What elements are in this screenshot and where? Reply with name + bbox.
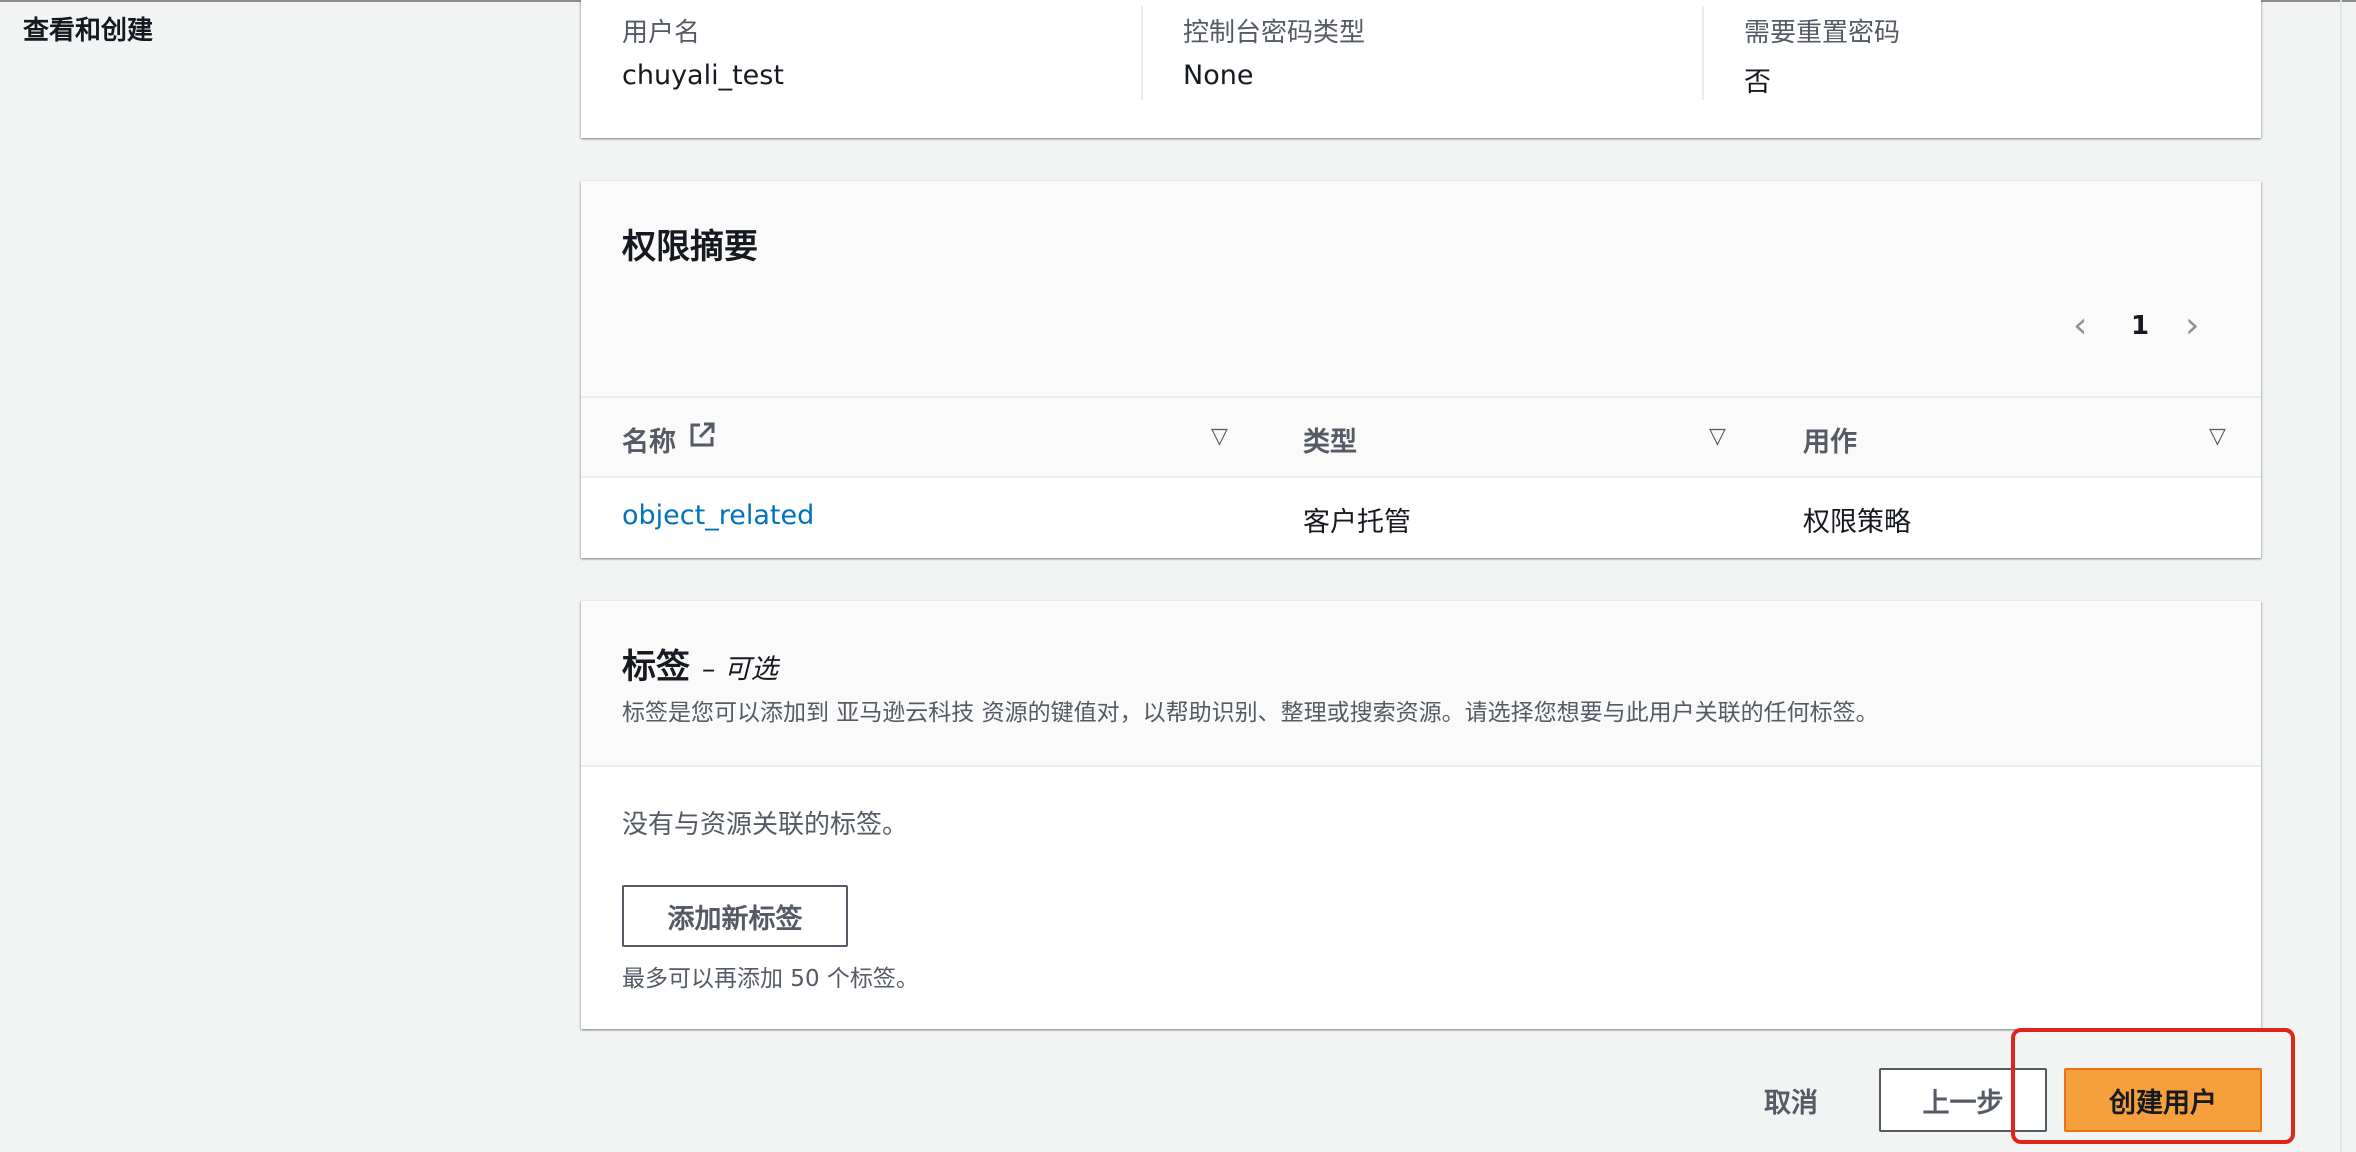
reset-password-field: 需要重置密码 否 bbox=[1744, 0, 2224, 100]
console-password-type-label: 控制台密码类型 bbox=[1183, 18, 1366, 48]
tags-optional-label: – 可选 bbox=[701, 654, 778, 685]
sort-icon[interactable]: ▽ bbox=[1709, 426, 1726, 448]
reset-password-value: 否 bbox=[1744, 67, 1771, 98]
column-header-used-as-label: 用作 bbox=[1803, 427, 1857, 458]
policy-name-link[interactable]: object_related bbox=[622, 500, 814, 531]
tags-limit-hint: 最多可以再添加 50 个标签。 bbox=[622, 966, 919, 992]
column-header-name[interactable]: 名称 ▽ bbox=[581, 398, 1261, 478]
column-header-name-label: 名称 bbox=[622, 427, 676, 458]
column-header-type-label: 类型 bbox=[1303, 427, 1357, 458]
user-details-card: 用户名 chuyali_test 控制台密码类型 None 需要重置密码 否 bbox=[581, 0, 2261, 138]
column-header-used-as[interactable]: 用作 ▽ bbox=[1763, 398, 2261, 478]
right-scroll-edge bbox=[2340, 0, 2342, 1152]
table-header: 名称 ▽ 类型 ▽ 用作 ▽ bbox=[581, 396, 2261, 478]
column-divider bbox=[1141, 6, 1143, 100]
permissions-summary-card: 权限摘要 ‹ 1 › 名称 ▽ 类型 ▽ 用作 ▽ object_related… bbox=[581, 181, 2261, 558]
console-password-type-value: None bbox=[1183, 60, 1254, 91]
tags-card: 标签 – 可选 标签是您可以添加到 亚马逊云科技 资源的键值对，以帮助识别、整理… bbox=[581, 601, 2261, 1029]
tags-title: 标签 – 可选 bbox=[622, 639, 778, 688]
table-row: object_related 客户托管 权限策略 bbox=[581, 478, 2261, 558]
page-number[interactable]: 1 bbox=[2131, 301, 2149, 351]
chevron-left-icon[interactable]: ‹ bbox=[2073, 301, 2087, 351]
column-header-type[interactable]: 类型 ▽ bbox=[1263, 398, 1761, 478]
username-label: 用户名 bbox=[622, 18, 701, 48]
column-divider bbox=[1702, 6, 1704, 100]
add-new-tag-button[interactable]: 添加新标签 bbox=[622, 885, 848, 947]
chevron-right-icon[interactable]: › bbox=[2185, 301, 2199, 351]
username-field: 用户名 chuyali_test bbox=[622, 0, 1142, 100]
tags-empty-message: 没有与资源关联的标签。 bbox=[622, 810, 909, 840]
step-title: 查看和创建 bbox=[23, 16, 154, 46]
tags-description: 标签是您可以添加到 亚马逊云科技 资源的键值对，以帮助识别、整理或搜索资源。请选… bbox=[622, 700, 1879, 726]
policy-used-as: 权限策略 bbox=[1803, 507, 1911, 538]
console-password-type-field: 控制台密码类型 None bbox=[1183, 0, 1703, 100]
external-link-icon bbox=[690, 422, 715, 447]
policy-type: 客户托管 bbox=[1303, 507, 1411, 538]
tags-header: 标签 – 可选 标签是您可以添加到 亚马逊云科技 资源的键值对，以帮助识别、整理… bbox=[581, 601, 2261, 767]
cancel-button[interactable]: 取消 bbox=[1745, 1070, 1837, 1130]
previous-step-button[interactable]: 上一步 bbox=[1879, 1068, 2047, 1132]
permissions-title: 权限摘要 bbox=[622, 227, 758, 267]
sort-icon[interactable]: ▽ bbox=[1211, 426, 1228, 448]
create-user-button[interactable]: 创建用户 bbox=[2064, 1068, 2262, 1132]
permissions-header: 权限摘要 ‹ 1 › bbox=[581, 181, 2261, 396]
username-value: chuyali_test bbox=[622, 60, 784, 91]
sort-icon[interactable]: ▽ bbox=[2209, 426, 2226, 448]
pagination: ‹ 1 › bbox=[2073, 301, 2223, 351]
reset-password-label: 需要重置密码 bbox=[1744, 18, 1901, 48]
tags-title-text: 标签 bbox=[622, 647, 690, 687]
